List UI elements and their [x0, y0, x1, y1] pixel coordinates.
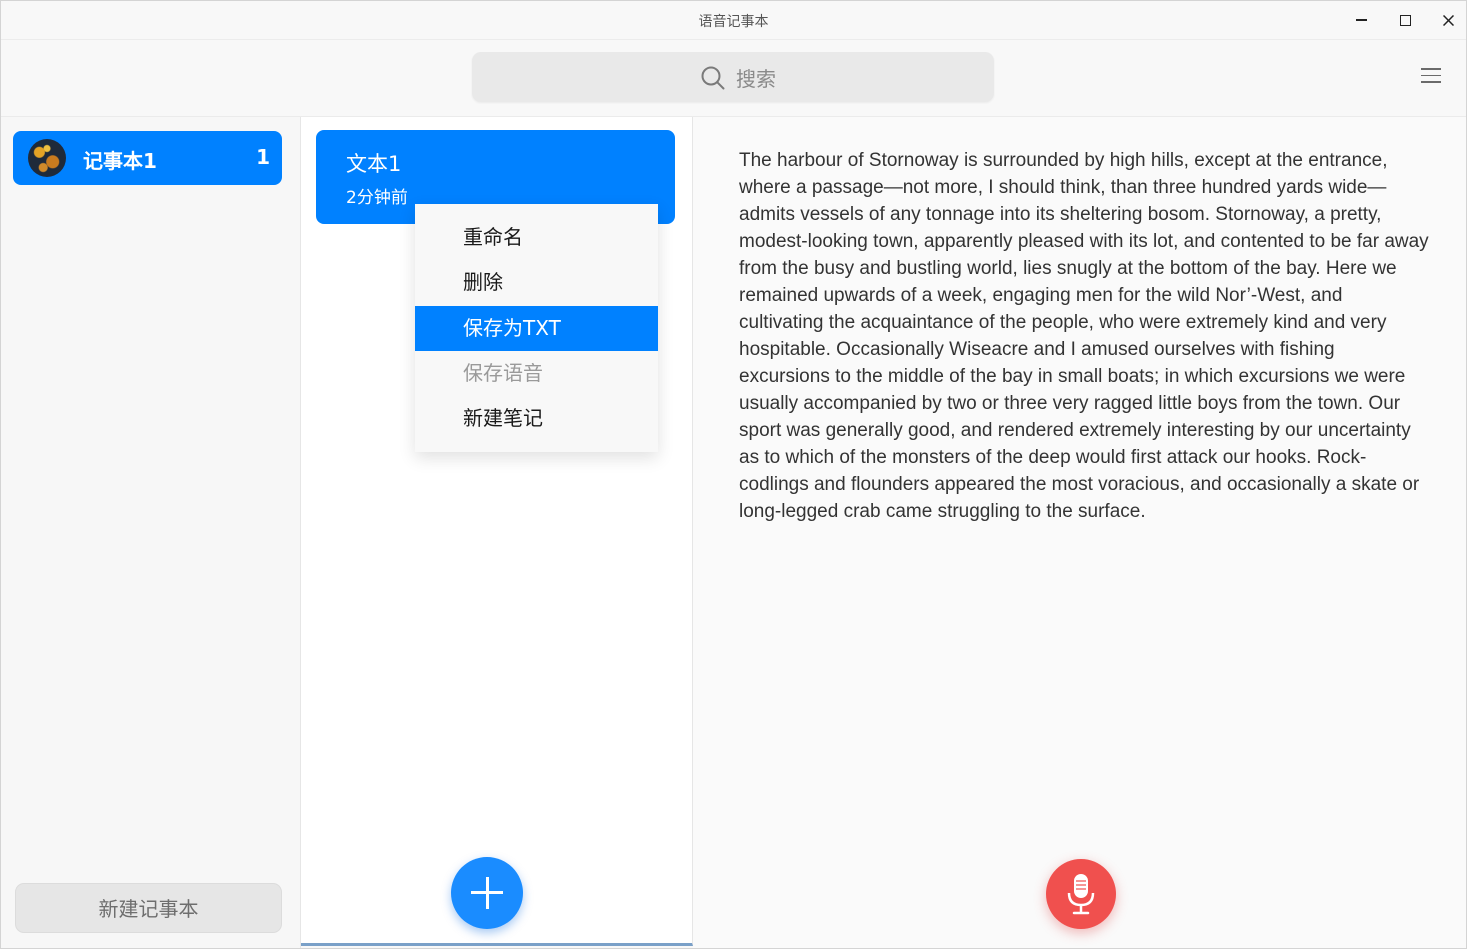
close-button[interactable] [1428, 4, 1466, 36]
notebook-name: 记事本1 [83, 149, 157, 173]
microphone-icon [1067, 874, 1095, 915]
search-input[interactable]: 搜索 [472, 52, 994, 102]
minimize-icon [1355, 19, 1367, 21]
notebook-note-count: 1 [256, 145, 270, 169]
menu-item-label: 删除 [463, 270, 503, 294]
note-content[interactable]: The harbour of Stornoway is surrounded b… [739, 147, 1429, 525]
note-context-menu: 重命名 删除 保存为TXT 保存语音 新建笔记 [415, 204, 658, 452]
menu-icon-line [1421, 68, 1441, 70]
menu-icon-line [1421, 81, 1441, 83]
note-editor-pane: The harbour of Stornoway is surrounded b… [693, 117, 1466, 948]
new-notebook-button[interactable]: 新建记事本 [15, 883, 282, 933]
menu-icon-line [1421, 74, 1441, 76]
plus-icon [485, 877, 489, 909]
menu-item-label: 新建笔记 [463, 406, 543, 430]
notebook-list-pane: 记事本1 1 新建记事本 [1, 117, 301, 948]
window-title: 语音记事本 [698, 14, 769, 30]
note-time: 2分钟前 [346, 188, 408, 208]
close-icon [1442, 14, 1454, 26]
maximize-button[interactable] [1385, 4, 1425, 36]
add-note-button[interactable] [451, 857, 523, 929]
menu-item-label: 保存为TXT [463, 316, 561, 340]
record-voice-button[interactable] [1046, 859, 1116, 929]
toolbar: 搜索 [1, 40, 1466, 117]
title-bar: 语音记事本 [1, 1, 1466, 40]
notebook-avatar [28, 139, 66, 177]
minimize-button[interactable] [1341, 4, 1381, 36]
main-menu-button[interactable] [1421, 68, 1441, 86]
search-placeholder: 搜索 [736, 67, 776, 91]
menu-item-new-note[interactable]: 新建笔记 [415, 396, 658, 441]
menu-item-label: 保存语音 [463, 361, 543, 385]
app-window: 语音记事本 搜索 记事本1 1 新建记事本 文本1 2分钟前 The harbo… [0, 0, 1467, 949]
menu-item-rename[interactable]: 重命名 [415, 215, 658, 260]
menu-item-delete[interactable]: 删除 [415, 260, 658, 305]
search-icon [701, 66, 725, 89]
maximize-icon [1399, 14, 1411, 26]
notebook-item[interactable]: 记事本1 1 [13, 131, 282, 185]
menu-item-label: 重命名 [463, 225, 523, 249]
menu-item-save-txt[interactable]: 保存为TXT [415, 306, 658, 351]
menu-item-save-voice: 保存语音 [415, 351, 658, 396]
note-title: 文本1 [346, 152, 402, 176]
